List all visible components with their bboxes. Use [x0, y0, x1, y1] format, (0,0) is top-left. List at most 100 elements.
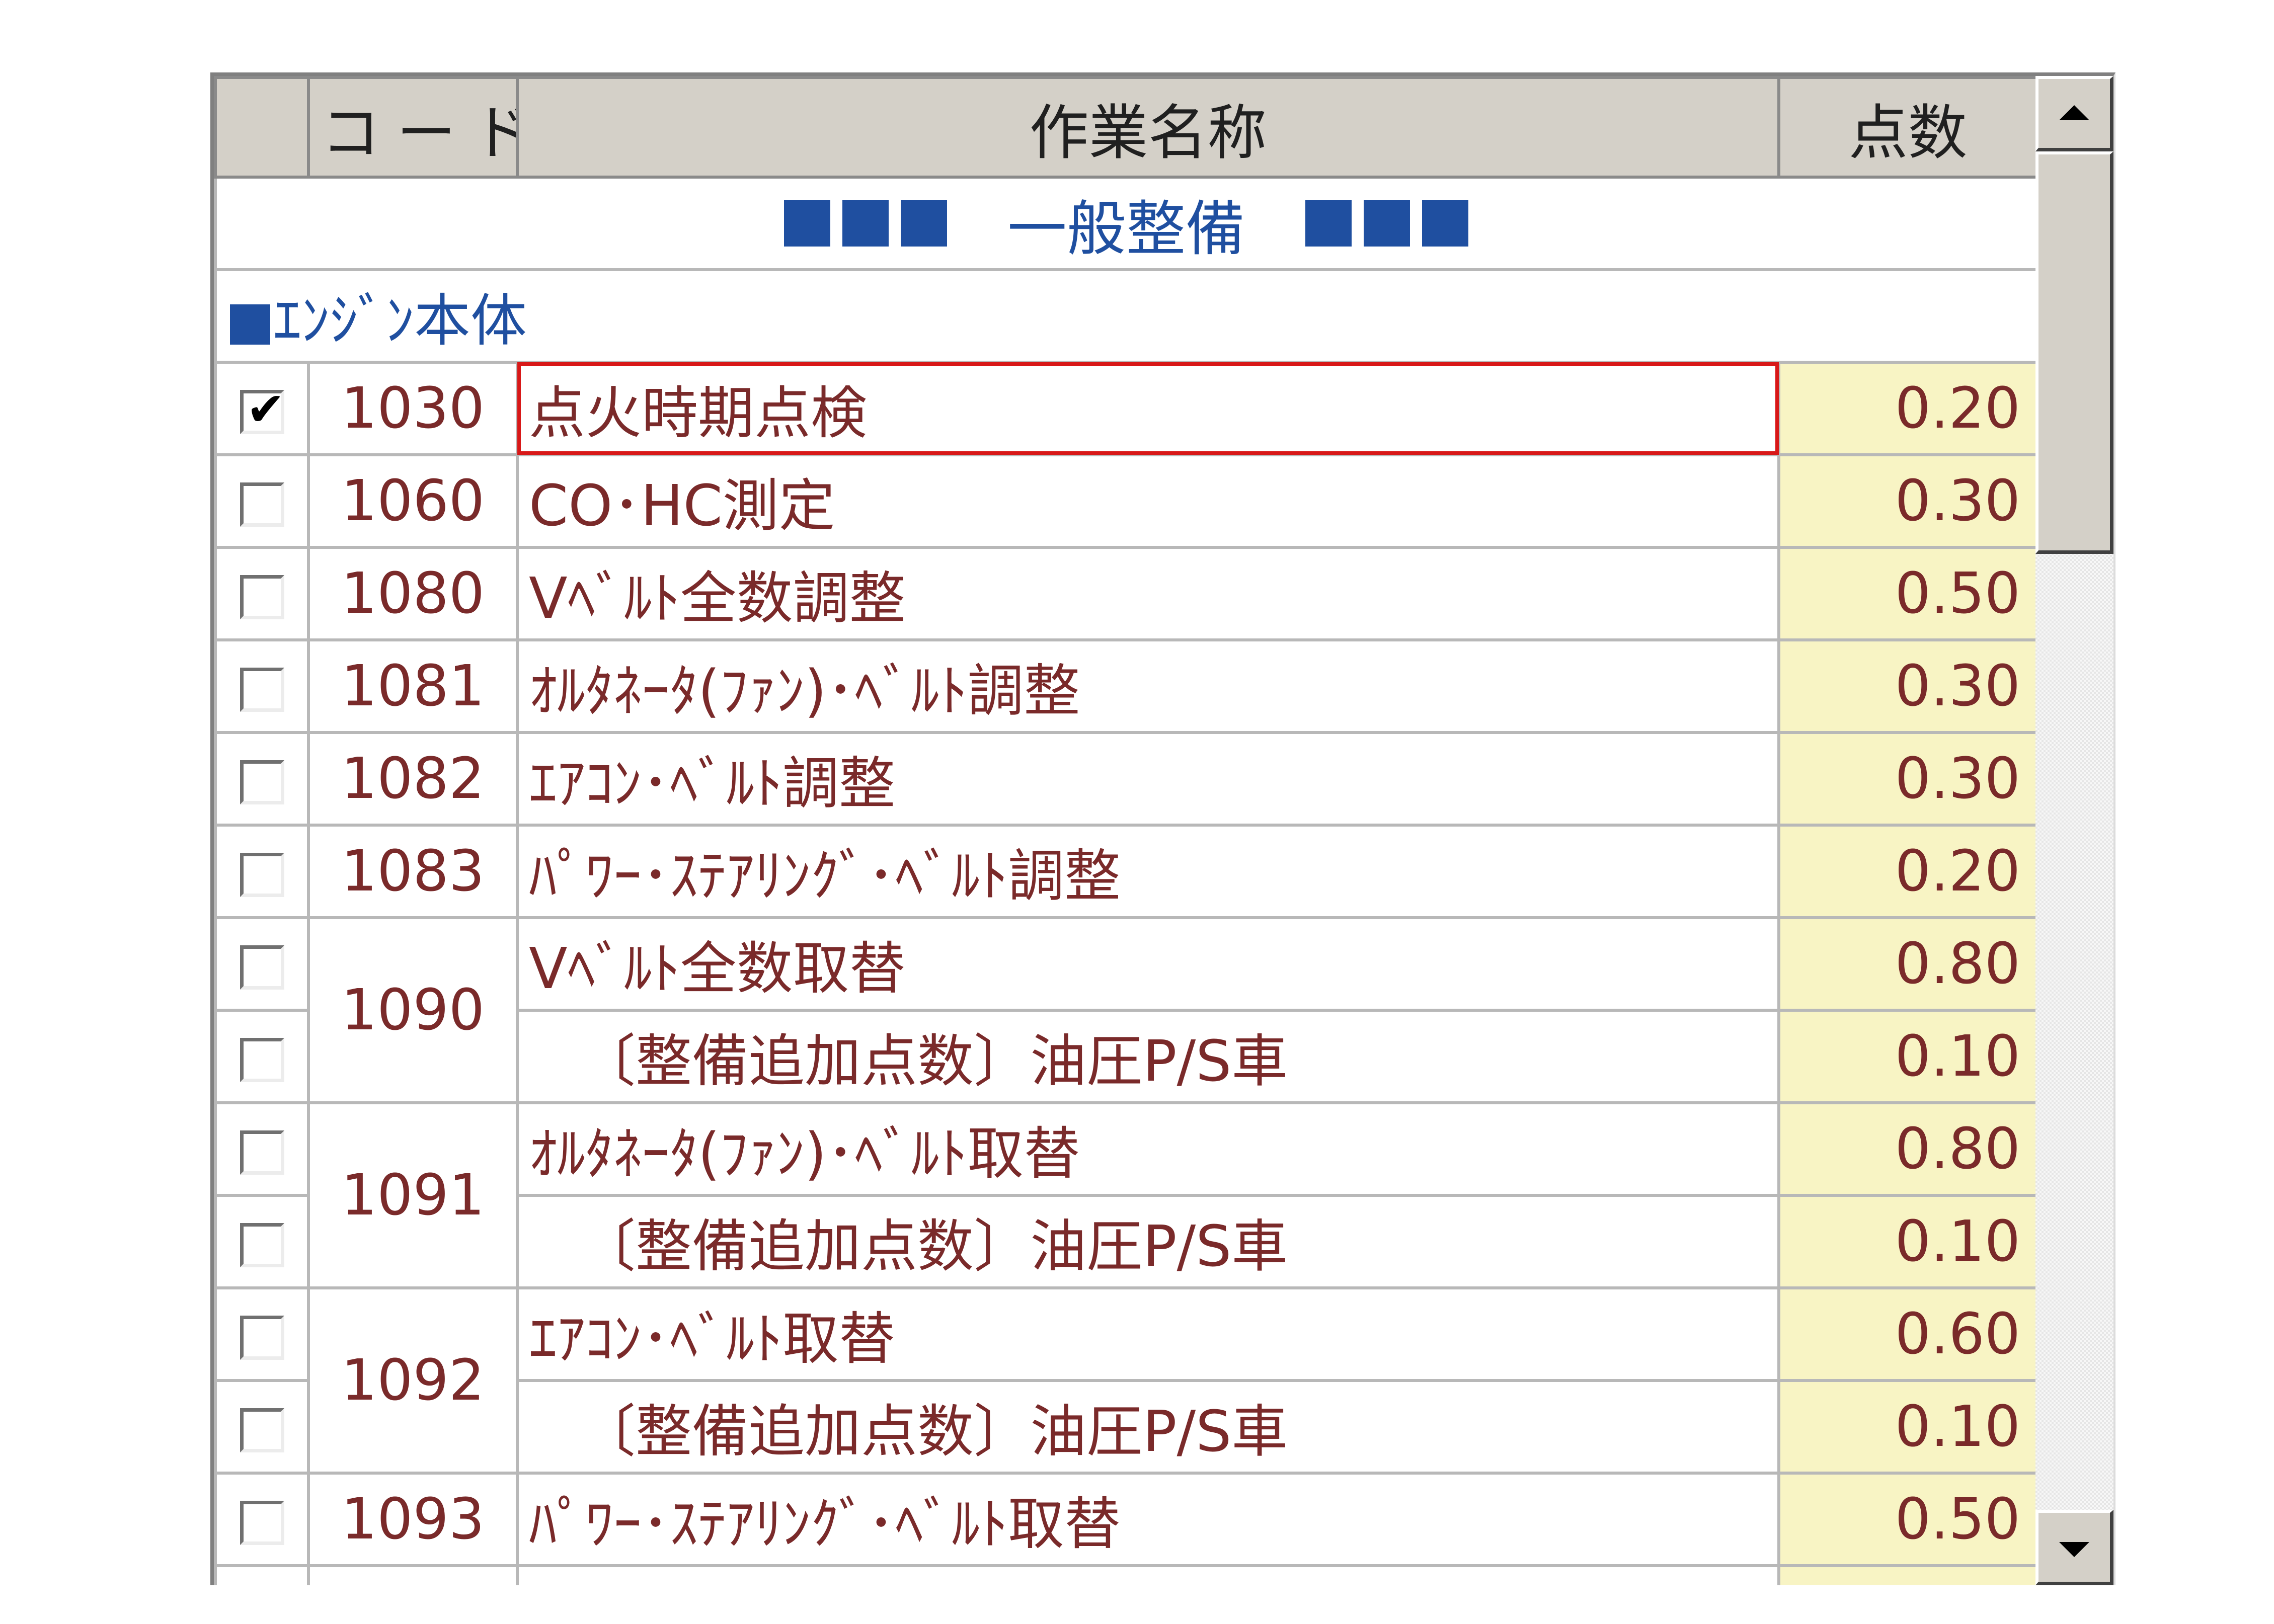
row-checkbox[interactable]	[240, 575, 284, 620]
code-cell[interactable]: 1060	[307, 453, 519, 549]
row-checkbox[interactable]	[240, 1316, 284, 1360]
name-cell[interactable]: 〔整備追加点数〕油圧P/S車	[516, 1194, 1780, 1289]
code-cell[interactable]: 1093	[307, 1472, 519, 1567]
points-cell[interactable]: 0.50	[1777, 546, 2035, 641]
checkbox-cell[interactable]	[214, 1472, 310, 1567]
table-row[interactable]: 1080 Vﾍﾞﾙﾄ全数調整 0.50	[214, 546, 2035, 641]
checkbox-cell[interactable]: ✔	[214, 361, 310, 456]
checkbox-cell[interactable]	[214, 1194, 310, 1289]
name-cell[interactable]: 点火時期点検	[516, 361, 1780, 456]
row-checkbox[interactable]	[240, 945, 284, 990]
code-cell[interactable]: 1092	[307, 1286, 519, 1475]
row-checkbox[interactable]	[240, 760, 284, 805]
points-cell[interactable]: 0.80	[1777, 916, 2035, 1012]
arrow-down-icon	[2059, 1542, 2089, 1557]
code-cell[interactable]: 1030	[307, 361, 519, 456]
table-row[interactable]: 1090 Vﾍﾞﾙﾄ全数取替 0.80	[214, 916, 2035, 1104]
points-cell[interactable]: 0.20	[1777, 361, 2035, 456]
checkbox-cell[interactable]	[214, 1009, 310, 1104]
checkbox-cell[interactable]	[214, 638, 310, 734]
scroll-thumb[interactable]	[2035, 151, 2113, 554]
group-title: ｴﾝｼﾞﾝ本体	[273, 288, 527, 354]
square-icon	[230, 304, 270, 345]
row-checkbox[interactable]	[240, 1223, 284, 1268]
checkbox-cell[interactable]	[214, 1101, 310, 1197]
group-header: ｴﾝｼﾞﾝ本体	[214, 268, 2035, 364]
header-row: コード 作業名称 点数	[214, 76, 2035, 179]
checkbox-cell[interactable]	[214, 1564, 310, 1585]
row-checkbox[interactable]	[240, 1501, 284, 1546]
name-cell[interactable]	[516, 1564, 1780, 1585]
table-row[interactable]: 1060 CO･HC測定 0.30	[214, 453, 2035, 549]
name-cell[interactable]: ﾊﾟﾜｰ･ｽﾃｱﾘﾝｸﾞ･ﾍﾞﾙﾄ取替	[516, 1472, 1780, 1567]
code-cell[interactable]: 1090	[307, 916, 519, 1104]
header-code-column[interactable]: コード	[307, 76, 519, 179]
row-checkbox[interactable]	[240, 853, 284, 898]
table-row[interactable]: 1091 ｵﾙﾀﾈｰﾀ(ﾌｧﾝ)･ﾍﾞﾙﾄ取替 0.80	[214, 1101, 2035, 1289]
checkmark-icon: ✔	[246, 382, 285, 437]
points-cell[interactable]	[1777, 1564, 2035, 1585]
name-cell[interactable]: ｴｱｺﾝ･ﾍﾞﾙﾄ調整	[516, 731, 1780, 827]
scroll-down-button[interactable]	[2035, 1510, 2113, 1585]
name-cell[interactable]: ﾊﾟﾜｰ･ｽﾃｱﾘﾝｸﾞ･ﾍﾞﾙﾄ調整	[516, 824, 1780, 919]
checkbox-cell[interactable]	[214, 1286, 310, 1382]
points-cell[interactable]: 0.30	[1777, 638, 2035, 734]
square-icon	[1422, 200, 1468, 247]
table-row-partial[interactable]	[214, 1564, 2035, 1585]
scroll-up-button[interactable]	[2035, 76, 2113, 151]
name-cell[interactable]: ｵﾙﾀﾈｰﾀ(ﾌｧﾝ)･ﾍﾞﾙﾄ取替	[516, 1101, 1780, 1197]
grid-table-area: コード 作業名称 点数 一般整備 ｴﾝｼﾞﾝ本体	[214, 76, 2035, 1585]
name-cell[interactable]: ｴｱｺﾝ･ﾍﾞﾙﾄ取替	[516, 1286, 1780, 1382]
header-check-column[interactable]	[214, 76, 310, 179]
points-cell[interactable]: 0.30	[1777, 731, 2035, 827]
name-cell[interactable]: Vﾍﾞﾙﾄ全数取替	[516, 916, 1780, 1012]
row-checkbox[interactable]	[240, 1408, 284, 1453]
checkbox-cell[interactable]	[214, 453, 310, 549]
work-item-grid[interactable]: コード 作業名称 点数 一般整備 ｴﾝｼﾞﾝ本体	[210, 72, 2115, 1585]
header-name-column[interactable]: 作業名称	[516, 76, 1780, 179]
table-row[interactable]: 1083 ﾊﾟﾜｰ･ｽﾃｱﾘﾝｸﾞ･ﾍﾞﾙﾄ調整 0.20	[214, 824, 2035, 919]
points-cell[interactable]: 0.30	[1777, 453, 2035, 549]
row-checkbox[interactable]	[240, 1038, 284, 1083]
code-cell[interactable]: 1083	[307, 824, 519, 919]
checkbox-cell[interactable]	[214, 824, 310, 919]
name-cell[interactable]: 〔整備追加点数〕油圧P/S車	[516, 1379, 1780, 1475]
code-cell[interactable]	[307, 1564, 519, 1585]
group-header-row: ｴﾝｼﾞﾝ本体	[214, 268, 2035, 364]
header-points-column[interactable]: 点数	[1777, 76, 2035, 179]
points-cell[interactable]: 0.50	[1777, 1472, 2035, 1567]
section-banner: 一般整備	[214, 176, 2035, 271]
work-item-table: コード 作業名称 点数 一般整備 ｴﾝｼﾞﾝ本体	[214, 76, 2035, 1585]
code-cell[interactable]: 1080	[307, 546, 519, 641]
name-cell[interactable]: Vﾍﾞﾙﾄ全数調整	[516, 546, 1780, 641]
code-cell[interactable]: 1091	[307, 1101, 519, 1289]
checkbox-cell[interactable]	[214, 731, 310, 827]
table-row[interactable]: 1082 ｴｱｺﾝ･ﾍﾞﾙﾄ調整 0.30	[214, 731, 2035, 827]
table-row[interactable]: 1092 ｴｱｺﾝ･ﾍﾞﾙﾄ取替 0.60	[214, 1286, 2035, 1475]
checkbox-cell[interactable]	[214, 916, 310, 1012]
points-cell[interactable]: 0.60	[1777, 1286, 2035, 1382]
name-cell[interactable]: CO･HC測定	[516, 453, 1780, 549]
row-checkbox[interactable]	[240, 1130, 284, 1175]
row-checkbox[interactable]	[240, 668, 284, 712]
checkbox-cell[interactable]	[214, 1379, 310, 1475]
points-cell[interactable]: 0.20	[1777, 824, 2035, 919]
code-cell[interactable]: 1081	[307, 638, 519, 734]
row-checkbox[interactable]: ✔	[240, 386, 285, 435]
name-cell[interactable]: ｵﾙﾀﾈｰﾀ(ﾌｧﾝ)･ﾍﾞﾙﾄ調整	[516, 638, 1780, 734]
table-row[interactable]: 1081 ｵﾙﾀﾈｰﾀ(ﾌｧﾝ)･ﾍﾞﾙﾄ調整 0.30	[214, 638, 2035, 734]
points-cell[interactable]: 0.10	[1777, 1379, 2035, 1475]
name-cell[interactable]: 〔整備追加点数〕油圧P/S車	[516, 1009, 1780, 1104]
arrow-up-icon	[2059, 105, 2089, 120]
row-checkbox[interactable]	[240, 482, 284, 527]
points-cell[interactable]: 0.80	[1777, 1101, 2035, 1197]
points-cell[interactable]: 0.10	[1777, 1009, 2035, 1104]
code-cell[interactable]: 1082	[307, 731, 519, 827]
section-banner-row: 一般整備	[214, 176, 2035, 271]
vertical-scrollbar[interactable]	[2035, 76, 2113, 1585]
points-cell[interactable]: 0.10	[1777, 1194, 2035, 1289]
table-row[interactable]: 1093 ﾊﾟﾜｰ･ｽﾃｱﾘﾝｸﾞ･ﾍﾞﾙﾄ取替 0.50	[214, 1472, 2035, 1567]
square-icon	[842, 200, 889, 247]
checkbox-cell[interactable]	[214, 546, 310, 641]
table-row[interactable]: ✔ 1030 点火時期点検 0.20	[214, 361, 2035, 456]
